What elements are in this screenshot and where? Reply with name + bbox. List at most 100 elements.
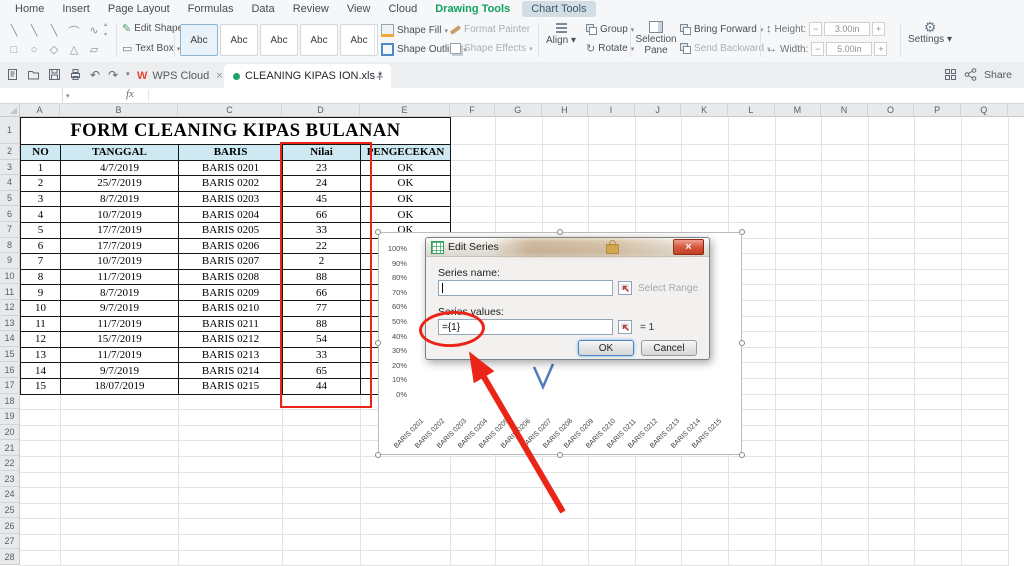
col-header-A[interactable]: A bbox=[20, 104, 60, 117]
cell[interactable]: 4/7/2019 bbox=[61, 161, 179, 177]
cell[interactable]: 9/7/2019 bbox=[61, 363, 179, 379]
height-decrease-button[interactable]: − bbox=[809, 22, 822, 36]
dialog-close-button[interactable]: × bbox=[673, 239, 704, 255]
save-icon[interactable] bbox=[48, 68, 61, 81]
width-increase-button[interactable]: + bbox=[874, 42, 887, 56]
shape-icon[interactable]: □ bbox=[4, 40, 24, 59]
cell[interactable]: 5 bbox=[21, 223, 61, 239]
chart-handle[interactable] bbox=[739, 452, 745, 458]
range-picker-icon[interactable] bbox=[618, 320, 632, 334]
cell[interactable]: 54 bbox=[283, 332, 361, 348]
chart-handle[interactable] bbox=[739, 229, 745, 235]
ribbon-tab-review[interactable]: Review bbox=[284, 1, 338, 17]
range-picker-icon[interactable] bbox=[618, 281, 632, 295]
row-header-1[interactable]: 1 bbox=[0, 117, 20, 144]
cell[interactable]: 66 bbox=[283, 207, 361, 223]
ribbon-tab-home[interactable]: Home bbox=[6, 1, 53, 17]
row-header-25[interactable]: 25 bbox=[0, 503, 20, 519]
shape-icon[interactable]: ◇ bbox=[44, 40, 64, 59]
row-header-21[interactable]: 21 bbox=[0, 440, 20, 456]
chart-handle[interactable] bbox=[557, 229, 563, 235]
cell[interactable]: 13 bbox=[21, 348, 61, 364]
shape-style-preset[interactable]: Abc bbox=[340, 24, 378, 56]
format-painter-button[interactable]: Format Painter bbox=[450, 24, 530, 35]
cell[interactable]: BARIS 0210 bbox=[179, 301, 283, 317]
row-header-2[interactable]: 2 bbox=[0, 144, 20, 160]
row-header-19[interactable]: 19 bbox=[0, 409, 20, 425]
shape-style-preset[interactable]: Abc bbox=[260, 24, 298, 56]
col-header-D[interactable]: D bbox=[282, 104, 360, 117]
cell[interactable]: 24 bbox=[283, 176, 361, 192]
chart-handle[interactable] bbox=[375, 340, 381, 346]
shape-style-preset[interactable]: Abc bbox=[180, 24, 218, 56]
cell[interactable]: 25/7/2019 bbox=[61, 176, 179, 192]
cell[interactable]: 33 bbox=[283, 348, 361, 364]
cell[interactable]: 18/07/2019 bbox=[61, 379, 179, 395]
cell[interactable]: 11/7/2019 bbox=[61, 270, 179, 286]
cell[interactable]: OK bbox=[361, 176, 451, 192]
cell[interactable]: BARIS 0206 bbox=[179, 239, 283, 255]
cell[interactable]: 3 bbox=[21, 192, 61, 208]
chart-handle[interactable] bbox=[375, 452, 381, 458]
cell[interactable]: BARIS 0204 bbox=[179, 207, 283, 223]
chart-handle[interactable] bbox=[739, 340, 745, 346]
shape-icon[interactable]: △ bbox=[64, 40, 84, 59]
cell[interactable]: 65 bbox=[283, 363, 361, 379]
undo-icon[interactable]: ↶ bbox=[90, 69, 100, 81]
row-header-4[interactable]: 4 bbox=[0, 175, 20, 191]
selection-pane-button[interactable]: Selection Pane bbox=[636, 21, 676, 55]
share-icon[interactable] bbox=[964, 68, 977, 81]
col-header-E[interactable]: E bbox=[360, 104, 450, 117]
share-label[interactable]: Share bbox=[984, 69, 1012, 81]
tab-cleaning-kipas-ion[interactable]: CLEANING KIPAS ION.xls * bbox=[224, 64, 391, 88]
cell[interactable]: 2 bbox=[21, 176, 61, 192]
ribbon-tab-page-layout[interactable]: Page Layout bbox=[99, 1, 179, 17]
cell[interactable]: 12 bbox=[21, 332, 61, 348]
dialog-titlebar[interactable]: Edit Series × bbox=[426, 238, 709, 257]
series-values-input[interactable]: ={1} bbox=[438, 319, 613, 335]
cell[interactable]: OK bbox=[361, 207, 451, 223]
cell[interactable]: 17/7/2019 bbox=[61, 223, 179, 239]
cell[interactable]: 17/7/2019 bbox=[61, 239, 179, 255]
col-header-K[interactable]: K bbox=[681, 104, 728, 117]
shape-icon[interactable]: ╲ bbox=[4, 21, 24, 40]
send-backward-button[interactable]: Send Backward ▾ bbox=[680, 43, 771, 54]
col-header-O[interactable]: O bbox=[868, 104, 915, 117]
cell[interactable]: BARIS 0215 bbox=[179, 379, 283, 395]
ribbon-tab-drawing-tools[interactable]: Drawing Tools bbox=[426, 1, 519, 17]
shape-fill-button[interactable]: Shape Fill ▾ bbox=[381, 24, 448, 37]
shape-icon[interactable]: ╲ bbox=[24, 21, 44, 40]
col-header-G[interactable]: G bbox=[495, 104, 542, 117]
cell[interactable]: OK bbox=[361, 161, 451, 177]
cell[interactable]: 8/7/2019 bbox=[61, 285, 179, 301]
shape-icon[interactable]: ▱ bbox=[84, 40, 104, 59]
shape-icon[interactable]: ○ bbox=[24, 40, 44, 59]
shape-effects-button[interactable]: Shape Effects ▾ bbox=[450, 43, 533, 54]
group-button[interactable]: Group ▾ bbox=[586, 24, 634, 35]
cell[interactable]: 88 bbox=[283, 317, 361, 333]
tab-wps-cloud[interactable]: W WPS Cloud × bbox=[128, 64, 232, 88]
row-header-6[interactable]: 6 bbox=[0, 206, 20, 222]
col-header-B[interactable]: B bbox=[60, 104, 178, 117]
col-header-F[interactable]: F bbox=[450, 104, 495, 117]
close-tab-icon[interactable]: × bbox=[216, 70, 222, 82]
width-decrease-button[interactable]: − bbox=[811, 42, 824, 56]
cell[interactable]: 10/7/2019 bbox=[61, 207, 179, 223]
series-name-input[interactable] bbox=[438, 280, 613, 296]
text-box-button[interactable]: ▭ Text Box ▾ bbox=[122, 43, 180, 54]
chart-handle[interactable] bbox=[557, 452, 563, 458]
ribbon-tab-view[interactable]: View bbox=[338, 1, 380, 17]
col-header-P[interactable]: P bbox=[914, 104, 961, 117]
cell[interactable]: BARIS 0205 bbox=[179, 223, 283, 239]
row-header-7[interactable]: 7 bbox=[0, 222, 20, 238]
col-header-M[interactable]: M bbox=[775, 104, 822, 117]
width-value[interactable]: 5.00in bbox=[826, 42, 872, 56]
row-header-16[interactable]: 16 bbox=[0, 362, 20, 378]
shape-style-preset[interactable]: Abc bbox=[220, 24, 258, 56]
row-header-24[interactable]: 24 bbox=[0, 487, 20, 503]
cell[interactable]: 33 bbox=[283, 223, 361, 239]
shape-gallery[interactable]: ╲╲╲⌒∿□○◇△▱ bbox=[4, 21, 104, 59]
row-header-5[interactable]: 5 bbox=[0, 191, 20, 207]
cell[interactable]: 1 bbox=[21, 161, 61, 177]
name-box[interactable] bbox=[0, 88, 63, 103]
